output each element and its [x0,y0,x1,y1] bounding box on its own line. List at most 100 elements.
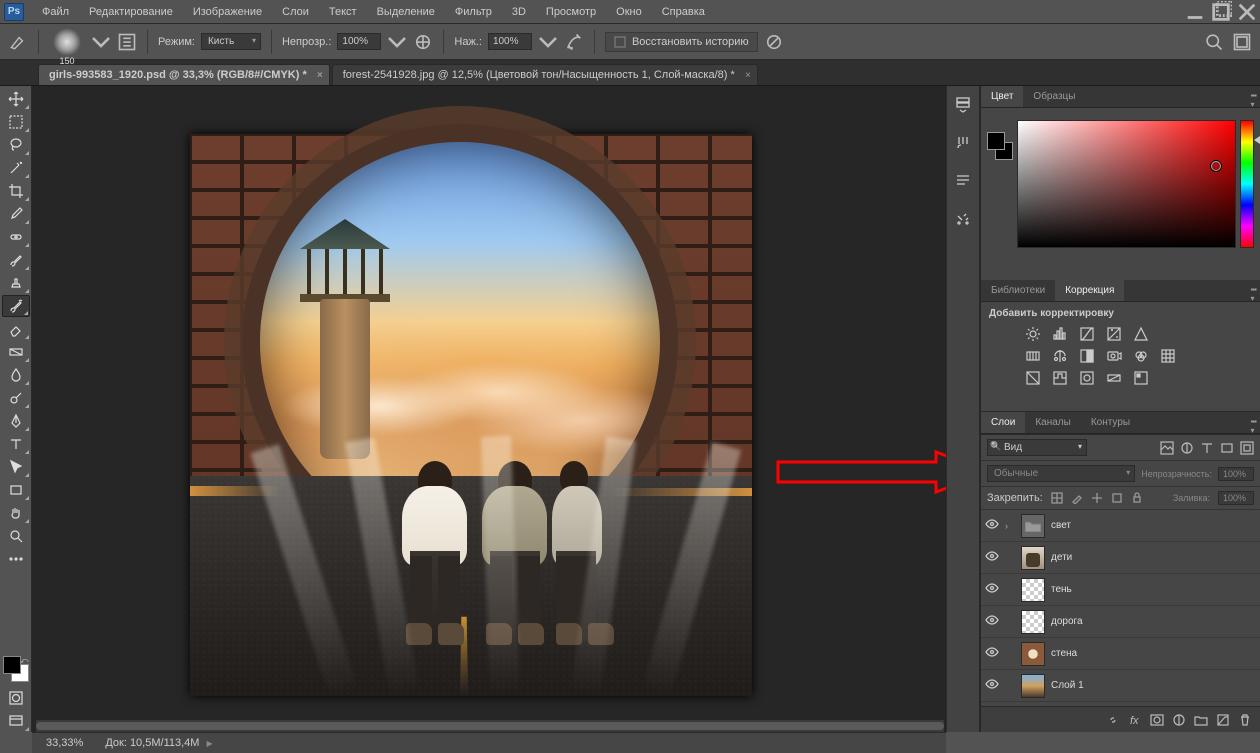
blend-mode-select[interactable]: Кисть [201,33,261,50]
panel-menu-icon[interactable]: ▪▪▪▾ [1250,285,1256,303]
menu-window[interactable]: Окно [606,2,652,22]
menu-help[interactable]: Справка [652,2,715,22]
type-tool[interactable] [2,433,30,455]
brushes-panel-icon[interactable] [952,132,974,154]
tab-libraries[interactable]: Библиотеки [981,280,1055,301]
tab-inactive-document[interactable]: forest-2541928.jpg @ 12,5% (Цветовой тон… [332,64,758,85]
layer-row[interactable]: дорога [981,606,1260,638]
filter-smart-icon[interactable] [1240,441,1254,455]
threshold-icon[interactable] [1077,369,1097,387]
layer-name[interactable]: Слой 1 [1051,680,1084,691]
zoom-level[interactable]: 33,33% [40,735,89,751]
menu-image[interactable]: Изображение [183,2,272,22]
layer-row[interactable]: Слой 1 [981,670,1260,702]
layer-opacity-input[interactable]: 100% [1218,467,1254,481]
filter-type-icon[interactable] [1200,441,1214,455]
color-balance-icon[interactable] [1050,347,1070,365]
fill-input[interactable]: 100% [1218,491,1254,505]
menu-select[interactable]: Выделение [367,2,445,22]
channel-mixer-icon[interactable] [1131,347,1151,365]
lock-all-icon[interactable] [1131,492,1143,504]
opacity-input[interactable]: 100% [337,33,381,50]
brush-tool[interactable] [2,249,30,271]
search-icon[interactable] [1204,32,1224,52]
tab-swatches[interactable]: Образцы [1023,86,1085,107]
layer-row[interactable]: тень [981,574,1260,606]
status-dropdown-icon[interactable]: ▶ [207,739,213,748]
history-source-checkbox[interactable]: Восстановить историю [605,32,758,52]
layer-visibility-icon[interactable] [985,583,999,596]
history-brush-tool[interactable] [2,295,30,317]
layer-name[interactable]: дети [1051,552,1072,563]
layer-mask-icon[interactable] [1150,713,1164,727]
menu-text[interactable]: Текст [319,2,367,22]
zoom-tool[interactable] [2,525,30,547]
tab-channels[interactable]: Каналы [1025,412,1081,433]
filter-adjust-icon[interactable] [1180,441,1194,455]
layer-style-icon[interactable]: fx [1128,713,1142,727]
gradient-tool[interactable] [2,341,30,363]
move-tool[interactable] [2,88,30,110]
lock-pixels-icon[interactable] [1071,492,1083,504]
window-maximize-button[interactable] [1210,3,1232,21]
screen-mode-icon[interactable] [2,710,30,732]
tab-correction[interactable]: Коррекция [1055,280,1124,301]
filter-pixel-icon[interactable] [1160,441,1174,455]
layer-name[interactable]: свет [1051,520,1071,531]
foreground-color[interactable] [3,656,21,674]
layer-thumbnail[interactable] [1021,514,1045,538]
link-layers-icon[interactable] [1106,713,1120,727]
brightness-contrast-icon[interactable] [1023,325,1043,343]
document-canvas[interactable] [190,134,752,696]
hue-slider[interactable] [1240,120,1254,248]
levels-icon[interactable] [1050,325,1070,343]
eraser-tool[interactable] [2,318,30,340]
flow-input[interactable]: 100% [488,33,532,50]
layer-visibility-icon[interactable] [985,615,999,628]
new-layer-icon[interactable] [1216,713,1230,727]
vibrance-icon[interactable] [1131,325,1151,343]
tool-preset-icon[interactable] [8,32,28,52]
lock-position-icon[interactable] [1091,492,1103,504]
selective-color-icon[interactable] [1131,369,1151,387]
brush-picker-dropdown-icon[interactable] [91,32,111,52]
posterize-icon[interactable] [1050,369,1070,387]
foreground-background-swatch[interactable]: ⤺ [3,656,29,682]
tab-active-document[interactable]: girls-993583_1920.psd @ 33,3% (RGB/8#/CM… [38,64,330,85]
layer-visibility-icon[interactable] [985,679,999,692]
close-icon[interactable]: × [745,70,751,81]
close-icon[interactable]: × [317,70,323,81]
magic-wand-tool[interactable] [2,157,30,179]
menu-3d[interactable]: 3D [502,2,536,22]
gradient-map-icon[interactable] [1104,369,1124,387]
photo-filter-icon[interactable] [1104,347,1124,365]
color-lookup-icon[interactable] [1158,347,1178,365]
layer-name[interactable]: стена [1051,648,1077,659]
properties-panel-icon[interactable] [952,208,974,230]
history-panel-icon[interactable] [952,94,974,116]
panel-menu-icon[interactable]: ▪▪▪▾ [1250,417,1256,435]
swap-colors-icon[interactable]: ⤺ [20,656,29,666]
layer-row[interactable]: стена [981,638,1260,670]
lasso-tool[interactable] [2,134,30,156]
layer-name[interactable]: дорога [1051,616,1083,627]
layer-filter-select[interactable]: Вид [987,439,1087,456]
layer-expand-icon[interactable]: › [1005,521,1015,531]
clone-stamp-tool[interactable] [2,272,30,294]
toolbox-more-icon[interactable] [2,548,30,570]
new-group-icon[interactable] [1194,713,1208,727]
hand-tool[interactable] [2,502,30,524]
exposure-icon[interactable] [1104,325,1124,343]
menu-edit[interactable]: Редактирование [79,2,183,22]
delete-layer-icon[interactable] [1238,713,1252,727]
layer-thumbnail[interactable] [1021,642,1045,666]
window-minimize-button[interactable] [1184,3,1206,21]
blur-tool[interactable] [2,364,30,386]
eyedropper-tool[interactable] [2,203,30,225]
brush-panel-toggle-icon[interactable] [117,32,137,52]
brush-preview[interactable]: 150 [53,28,81,56]
curves-icon[interactable] [1077,325,1097,343]
layer-row[interactable]: дети [981,542,1260,574]
tab-paths[interactable]: Контуры [1081,412,1140,433]
airbrush-icon[interactable] [564,32,584,52]
